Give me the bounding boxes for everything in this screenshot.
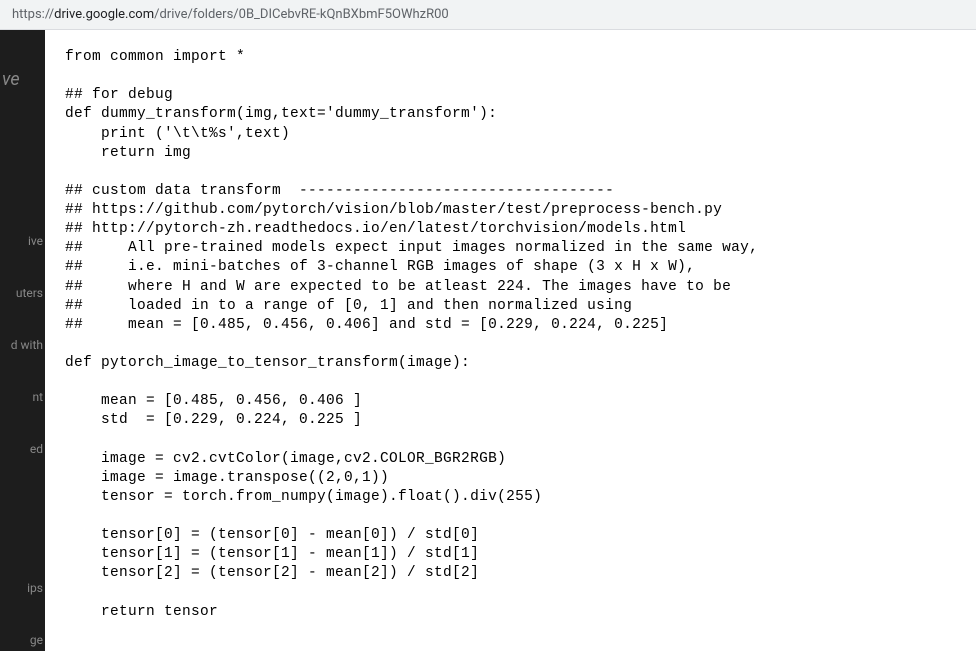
content-area[interactable]: from common import * ## for debug def du…: [45, 30, 976, 651]
url-bar[interactable]: https://drive.google.com/drive/folders/0…: [0, 0, 976, 30]
sidebar: ve ive uters d with nt ed ips ge: [0, 30, 45, 651]
sidebar-item-2[interactable]: d with: [0, 334, 45, 356]
sidebar-item-1[interactable]: uters: [0, 282, 45, 304]
main-container: ve ive uters d with nt ed ips ge from co…: [0, 30, 976, 651]
sidebar-item-4[interactable]: ed: [0, 438, 45, 460]
url-domain: drive.google.com: [54, 7, 154, 22]
url-full: https://drive.google.com/drive/folders/0…: [12, 7, 449, 22]
url-prefix: https://: [12, 7, 54, 22]
sidebar-item-0[interactable]: ive: [0, 230, 45, 252]
sidebar-item-5[interactable]: ips: [0, 577, 45, 599]
code-content: from common import * ## for debug def du…: [65, 48, 956, 622]
sidebar-item-3[interactable]: nt: [0, 386, 45, 408]
sidebar-item-6[interactable]: ge: [0, 629, 45, 651]
url-path: /drive/folders/0B_DICebvRE-kQnBXbmF5OWhz…: [154, 7, 449, 22]
sidebar-logo[interactable]: ve: [0, 65, 22, 94]
